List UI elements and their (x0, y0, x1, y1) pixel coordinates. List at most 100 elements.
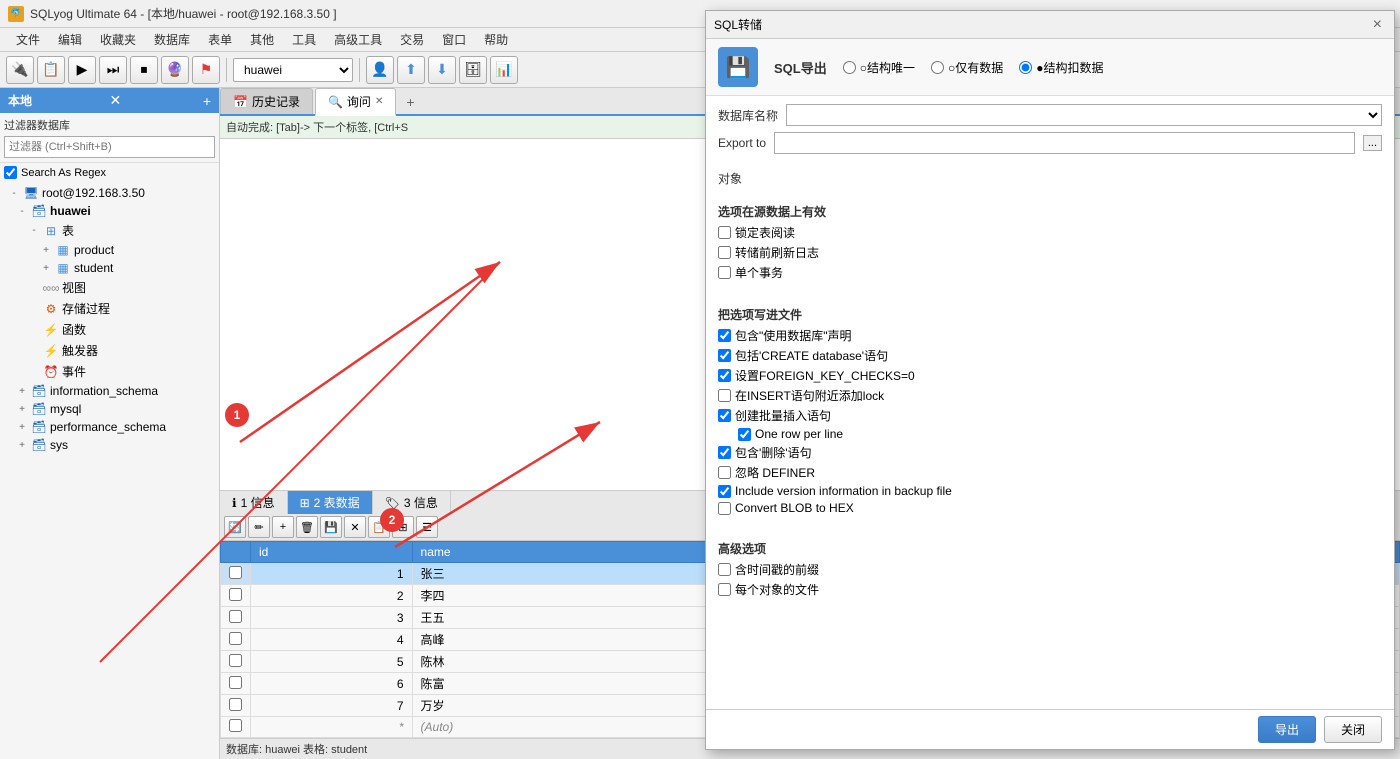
row-checkbox[interactable] (221, 563, 251, 585)
table-btn-discard[interactable]: ✕ (344, 516, 366, 538)
tree-item-views[interactable]: ∞∞ 视图 (0, 277, 219, 298)
cb-convert-blob[interactable] (718, 502, 731, 515)
dialog-export-btn[interactable]: 导出 (1258, 716, 1316, 743)
toolbar-db-wizard[interactable]: 🔮 (161, 56, 189, 84)
cell-id[interactable]: * (251, 717, 413, 738)
toolbar-export[interactable]: ⬇ (428, 56, 456, 84)
tree-item-root[interactable]: - 🖥 root@192.168.3.50 (0, 184, 219, 202)
toolbar-new-query[interactable]: 📋 (37, 56, 65, 84)
tree-item-procs[interactable]: ⚙ 存储过程 (0, 298, 219, 319)
cell-name[interactable]: 张三 (412, 563, 717, 585)
toolbar-execute-all[interactable]: ⏭ (99, 56, 127, 84)
radio-struct-data[interactable]: ●结构扣数据 (1019, 59, 1103, 76)
expand-sys[interactable]: + (16, 439, 28, 451)
cell-id[interactable]: 3 (251, 607, 413, 629)
filter-input[interactable] (4, 136, 215, 158)
expand-mysql[interactable]: + (16, 403, 28, 415)
expand-huawei[interactable]: - (16, 205, 28, 217)
menu-favorites[interactable]: 收藏夹 (92, 29, 144, 50)
tree-item-perf-schema[interactable]: + 🗃 performance_schema (0, 418, 219, 436)
menu-help[interactable]: 帮助 (476, 29, 516, 50)
menu-advanced-tools[interactable]: 高级工具 (326, 29, 390, 50)
tab-history[interactable]: 📅 历史记录 (220, 88, 313, 114)
toolbar-new-connection[interactable]: 🔌 (6, 56, 34, 84)
tree-item-tables[interactable]: - ⊞ 表 (0, 220, 219, 241)
tab-query[interactable]: 🔍 询问 ✕ (315, 88, 396, 116)
toolbar-import[interactable]: ⬆ (397, 56, 425, 84)
dialog-close-dialog-btn[interactable]: 关闭 (1324, 716, 1382, 743)
cb-version-info[interactable] (718, 485, 731, 498)
table-btn-list[interactable]: ☰ (416, 516, 438, 538)
tree-item-funcs[interactable]: ⚡ 函数 (0, 319, 219, 340)
tab-tabledata[interactable]: ⊞ 2 表数据 (288, 491, 373, 514)
tree-item-student[interactable]: + ▦ student (0, 259, 219, 277)
tree-item-huawei[interactable]: - 🗃 huawei (0, 202, 219, 220)
cell-id[interactable]: 1 (251, 563, 413, 585)
db-name-select[interactable] (786, 104, 1382, 126)
menu-transaction[interactable]: 交易 (392, 29, 432, 50)
tree-item-info-schema[interactable]: + 🗃 information_schema (0, 382, 219, 400)
cell-name[interactable]: 万岁 (412, 695, 717, 717)
row-checkbox[interactable] (221, 651, 251, 673)
cell-name[interactable]: (Auto) (412, 717, 717, 738)
cb-bulk-insert[interactable] (718, 409, 731, 422)
browse-btn[interactable]: ... (1363, 135, 1382, 151)
cb-time-stamp[interactable] (718, 563, 731, 576)
cell-id[interactable]: 5 (251, 651, 413, 673)
toolbar-schedule[interactable]: 📊 (490, 56, 518, 84)
table-btn-save[interactable]: 💾 (320, 516, 342, 538)
menu-edit[interactable]: 编辑 (50, 29, 90, 50)
menu-file[interactable]: 文件 (8, 29, 48, 50)
table-btn-edit[interactable]: ✏ (248, 516, 270, 538)
db-selector[interactable]: huawei (233, 58, 353, 82)
radio-struct-only[interactable]: ○结构唯一 (843, 59, 915, 76)
left-panel-close[interactable]: ✕ (110, 92, 122, 109)
tree-item-mysql[interactable]: + 🗃 mysql (0, 400, 219, 418)
row-checkbox[interactable] (221, 585, 251, 607)
tab-info1[interactable]: ℹ 1 信息 (220, 491, 288, 514)
cell-name[interactable]: 陈富 (412, 673, 717, 695)
table-btn-delete[interactable]: 🗑 (296, 516, 318, 538)
expand-root[interactable]: - (8, 187, 20, 199)
toolbar-stop[interactable]: ⏹ (130, 56, 158, 84)
cb-flush-log[interactable] (718, 246, 731, 259)
toolbar-backup[interactable]: 🗄 (459, 56, 487, 84)
cell-name[interactable]: 陈林 (412, 651, 717, 673)
table-btn-add[interactable]: + (272, 516, 294, 538)
toolbar-table-wizard[interactable]: ⚑ (192, 56, 220, 84)
menu-database[interactable]: 数据库 (146, 29, 198, 50)
cb-use-db[interactable] (718, 329, 731, 342)
cb-one-row[interactable] (738, 428, 751, 441)
cb-per-object[interactable] (718, 583, 731, 596)
menu-tools[interactable]: 工具 (284, 29, 324, 50)
cb-create-db[interactable] (718, 349, 731, 362)
tree-item-triggers[interactable]: ⚡ 触发器 (0, 340, 219, 361)
row-checkbox[interactable] (221, 717, 251, 738)
cb-single-trans[interactable] (718, 266, 731, 279)
toolbar-execute[interactable]: ▶ (68, 56, 96, 84)
cb-lock-insert[interactable] (718, 389, 731, 402)
cell-id[interactable]: 2 (251, 585, 413, 607)
cb-ignore-definer[interactable] (718, 466, 731, 479)
cell-name[interactable]: 李四 (412, 585, 717, 607)
tree-item-product[interactable]: + ▦ product (0, 241, 219, 259)
tree-item-events[interactable]: ⏰ 事件 (0, 361, 219, 382)
export-to-input[interactable] (774, 132, 1355, 154)
cell-id[interactable]: 7 (251, 695, 413, 717)
row-checkbox[interactable] (221, 629, 251, 651)
cb-lock-table[interactable] (718, 226, 731, 239)
expand-tables[interactable]: - (28, 225, 40, 237)
expand-product[interactable]: + (40, 244, 52, 256)
search-regex-checkbox[interactable] (4, 166, 17, 179)
cell-id[interactable]: 4 (251, 629, 413, 651)
cell-name[interactable]: 高峰 (412, 629, 717, 651)
expand-student[interactable]: + (40, 262, 52, 274)
cb-include-delete[interactable] (718, 446, 731, 459)
menu-other[interactable]: 其他 (242, 29, 282, 50)
expand-perf-schema[interactable]: + (16, 421, 28, 433)
table-btn-refresh[interactable]: 🔄 (224, 516, 246, 538)
radio-data-only[interactable]: ○仅有数据 (931, 59, 1003, 76)
cb-foreign-key[interactable] (718, 369, 731, 382)
search-regex-label[interactable]: Search As Regex (21, 167, 106, 179)
cell-name[interactable]: 王五 (412, 607, 717, 629)
